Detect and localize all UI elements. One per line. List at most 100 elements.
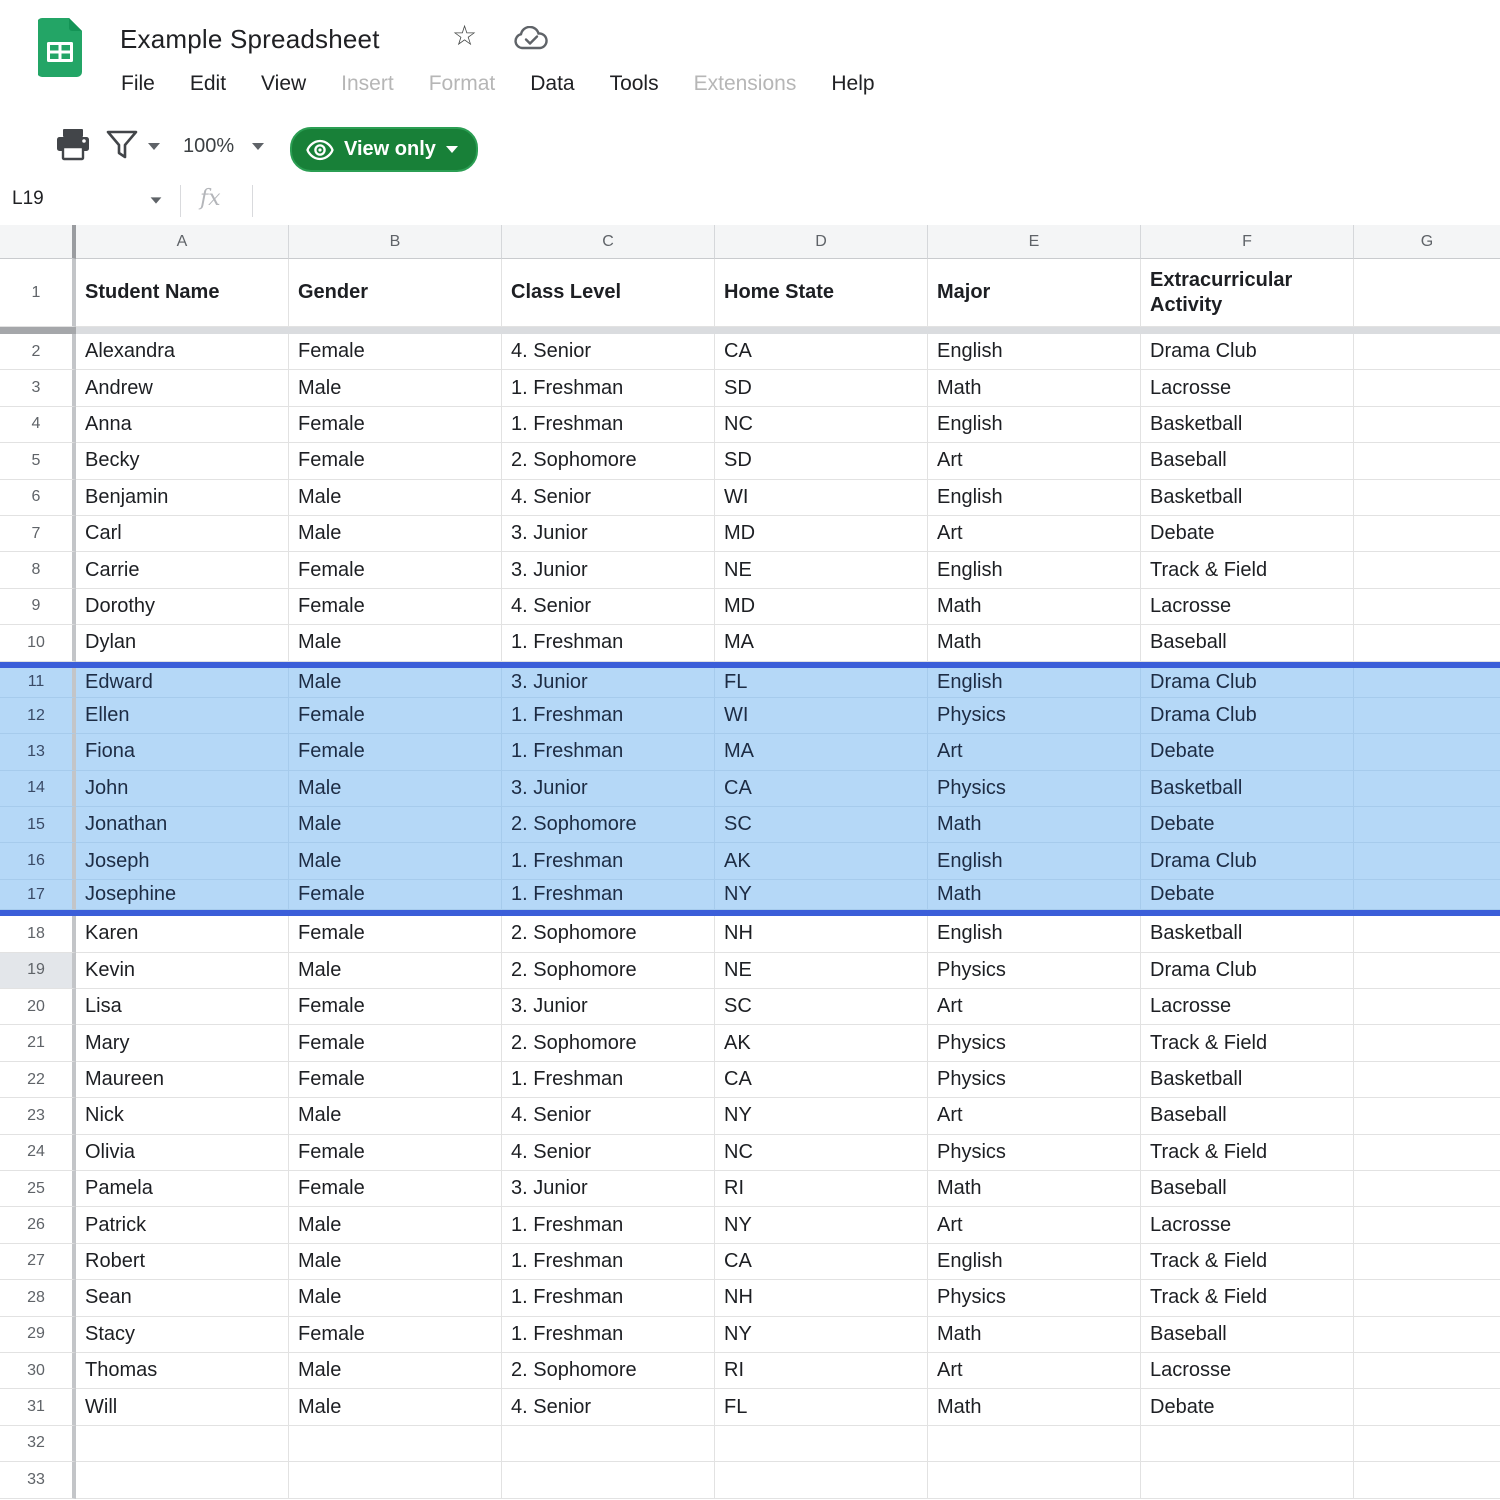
cell-A12[interactable]: Ellen [76, 698, 289, 734]
cell-G16[interactable] [1354, 843, 1500, 879]
row-header-9[interactable]: 9 [0, 589, 76, 625]
cell-F10[interactable]: Baseball [1141, 625, 1354, 661]
cell-E23[interactable]: Art [928, 1098, 1141, 1134]
column-header-D[interactable]: D [715, 225, 928, 259]
cell-F15[interactable]: Debate [1141, 807, 1354, 843]
cell-E15[interactable]: Math [928, 807, 1141, 843]
cell-D27[interactable]: CA [715, 1244, 928, 1280]
cell-E28[interactable]: Physics [928, 1280, 1141, 1316]
cell-F26[interactable]: Lacrosse [1141, 1207, 1354, 1243]
row-header-3[interactable]: 3 [0, 370, 76, 406]
row-header-14[interactable]: 14 [0, 771, 76, 807]
cell-A20[interactable]: Lisa [76, 989, 289, 1025]
cell-G26[interactable] [1354, 1207, 1500, 1243]
cell-A5[interactable]: Becky [76, 443, 289, 479]
cell-D22[interactable]: CA [715, 1062, 928, 1098]
cell-E22[interactable]: Physics [928, 1062, 1141, 1098]
cell-F8[interactable]: Track & Field [1141, 552, 1354, 588]
cell-B8[interactable]: Female [289, 552, 502, 588]
cell-A17[interactable]: Josephine [76, 880, 289, 910]
cell-G20[interactable] [1354, 989, 1500, 1025]
cell-A23[interactable]: Nick [76, 1098, 289, 1134]
cell-C21[interactable]: 2. Sophomore [502, 1025, 715, 1061]
cell-C2[interactable]: 4. Senior [502, 334, 715, 370]
cell-E21[interactable]: Physics [928, 1025, 1141, 1061]
menu-item-data[interactable]: Data [527, 70, 577, 98]
column-header-G[interactable]: G [1354, 225, 1500, 259]
cell-C16[interactable]: 1. Freshman [502, 843, 715, 879]
select-all-corner[interactable] [0, 225, 76, 259]
cell-E13[interactable]: Art [928, 734, 1141, 770]
cell-A24[interactable]: Olivia [76, 1135, 289, 1171]
cell-G15[interactable] [1354, 807, 1500, 843]
cell-B25[interactable]: Female [289, 1171, 502, 1207]
cell-D25[interactable]: RI [715, 1171, 928, 1207]
cell-B24[interactable]: Female [289, 1135, 502, 1171]
cell-A30[interactable]: Thomas [76, 1353, 289, 1389]
cell-G13[interactable] [1354, 734, 1500, 770]
row-header-17[interactable]: 17 [0, 880, 76, 910]
cell-A15[interactable]: Jonathan [76, 807, 289, 843]
row-header-33[interactable]: 33 [0, 1462, 76, 1498]
cell-E29[interactable]: Math [928, 1317, 1141, 1353]
menu-item-edit[interactable]: Edit [187, 70, 229, 98]
cell-C27[interactable]: 1. Freshman [502, 1244, 715, 1280]
cell-F18[interactable]: Basketball [1141, 916, 1354, 952]
cell-F25[interactable]: Baseball [1141, 1171, 1354, 1207]
cell-D13[interactable]: MA [715, 734, 928, 770]
cell-C4[interactable]: 1. Freshman [502, 407, 715, 443]
row-header-12[interactable]: 12 [0, 698, 76, 734]
cell-B32[interactable] [289, 1426, 502, 1462]
cell-G17[interactable] [1354, 880, 1500, 910]
cell-A8[interactable]: Carrie [76, 552, 289, 588]
cell-A32[interactable] [76, 1426, 289, 1462]
cell-G24[interactable] [1354, 1135, 1500, 1171]
cell-E9[interactable]: Math [928, 589, 1141, 625]
row-header-1[interactable]: 1 [0, 259, 76, 327]
cell-G29[interactable] [1354, 1317, 1500, 1353]
row-header-27[interactable]: 27 [0, 1244, 76, 1280]
cell-E1[interactable]: Major [928, 259, 1141, 327]
cell-A7[interactable]: Carl [76, 516, 289, 552]
cell-D15[interactable]: SC [715, 807, 928, 843]
cell-C6[interactable]: 4. Senior [502, 480, 715, 516]
cell-B30[interactable]: Male [289, 1353, 502, 1389]
cell-E3[interactable]: Math [928, 370, 1141, 406]
cell-A18[interactable]: Karen [76, 916, 289, 952]
cell-C3[interactable]: 1. Freshman [502, 370, 715, 406]
cell-C13[interactable]: 1. Freshman [502, 734, 715, 770]
cell-G33[interactable] [1354, 1462, 1500, 1498]
cell-B2[interactable]: Female [289, 334, 502, 370]
cell-E32[interactable] [928, 1426, 1141, 1462]
cell-E8[interactable]: English [928, 552, 1141, 588]
cell-F3[interactable]: Lacrosse [1141, 370, 1354, 406]
cell-C12[interactable]: 1. Freshman [502, 698, 715, 734]
row-header-8[interactable]: 8 [0, 552, 76, 588]
cell-G27[interactable] [1354, 1244, 1500, 1280]
cell-C23[interactable]: 4. Senior [502, 1098, 715, 1134]
cell-C24[interactable]: 4. Senior [502, 1135, 715, 1171]
column-header-A[interactable]: A [76, 225, 289, 259]
cell-D28[interactable]: NH [715, 1280, 928, 1316]
cell-D7[interactable]: MD [715, 516, 928, 552]
cell-F24[interactable]: Track & Field [1141, 1135, 1354, 1171]
cell-G2[interactable] [1354, 334, 1500, 370]
row-header-20[interactable]: 20 [0, 989, 76, 1025]
cell-D11[interactable]: FL [715, 668, 928, 698]
cell-G25[interactable] [1354, 1171, 1500, 1207]
cell-F23[interactable]: Baseball [1141, 1098, 1354, 1134]
sheets-logo-icon[interactable] [38, 18, 82, 83]
cell-A19[interactable]: Kevin [76, 953, 289, 989]
cell-B27[interactable]: Male [289, 1244, 502, 1280]
row-header-24[interactable]: 24 [0, 1135, 76, 1171]
cell-B23[interactable]: Male [289, 1098, 502, 1134]
cell-B14[interactable]: Male [289, 771, 502, 807]
cell-C8[interactable]: 3. Junior [502, 552, 715, 588]
cell-E30[interactable]: Art [928, 1353, 1141, 1389]
row-header-18[interactable]: 18 [0, 916, 76, 952]
cell-G1[interactable] [1354, 259, 1500, 327]
cell-A22[interactable]: Maureen [76, 1062, 289, 1098]
cell-B13[interactable]: Female [289, 734, 502, 770]
row-header-21[interactable]: 21 [0, 1025, 76, 1061]
column-header-F[interactable]: F [1141, 225, 1354, 259]
